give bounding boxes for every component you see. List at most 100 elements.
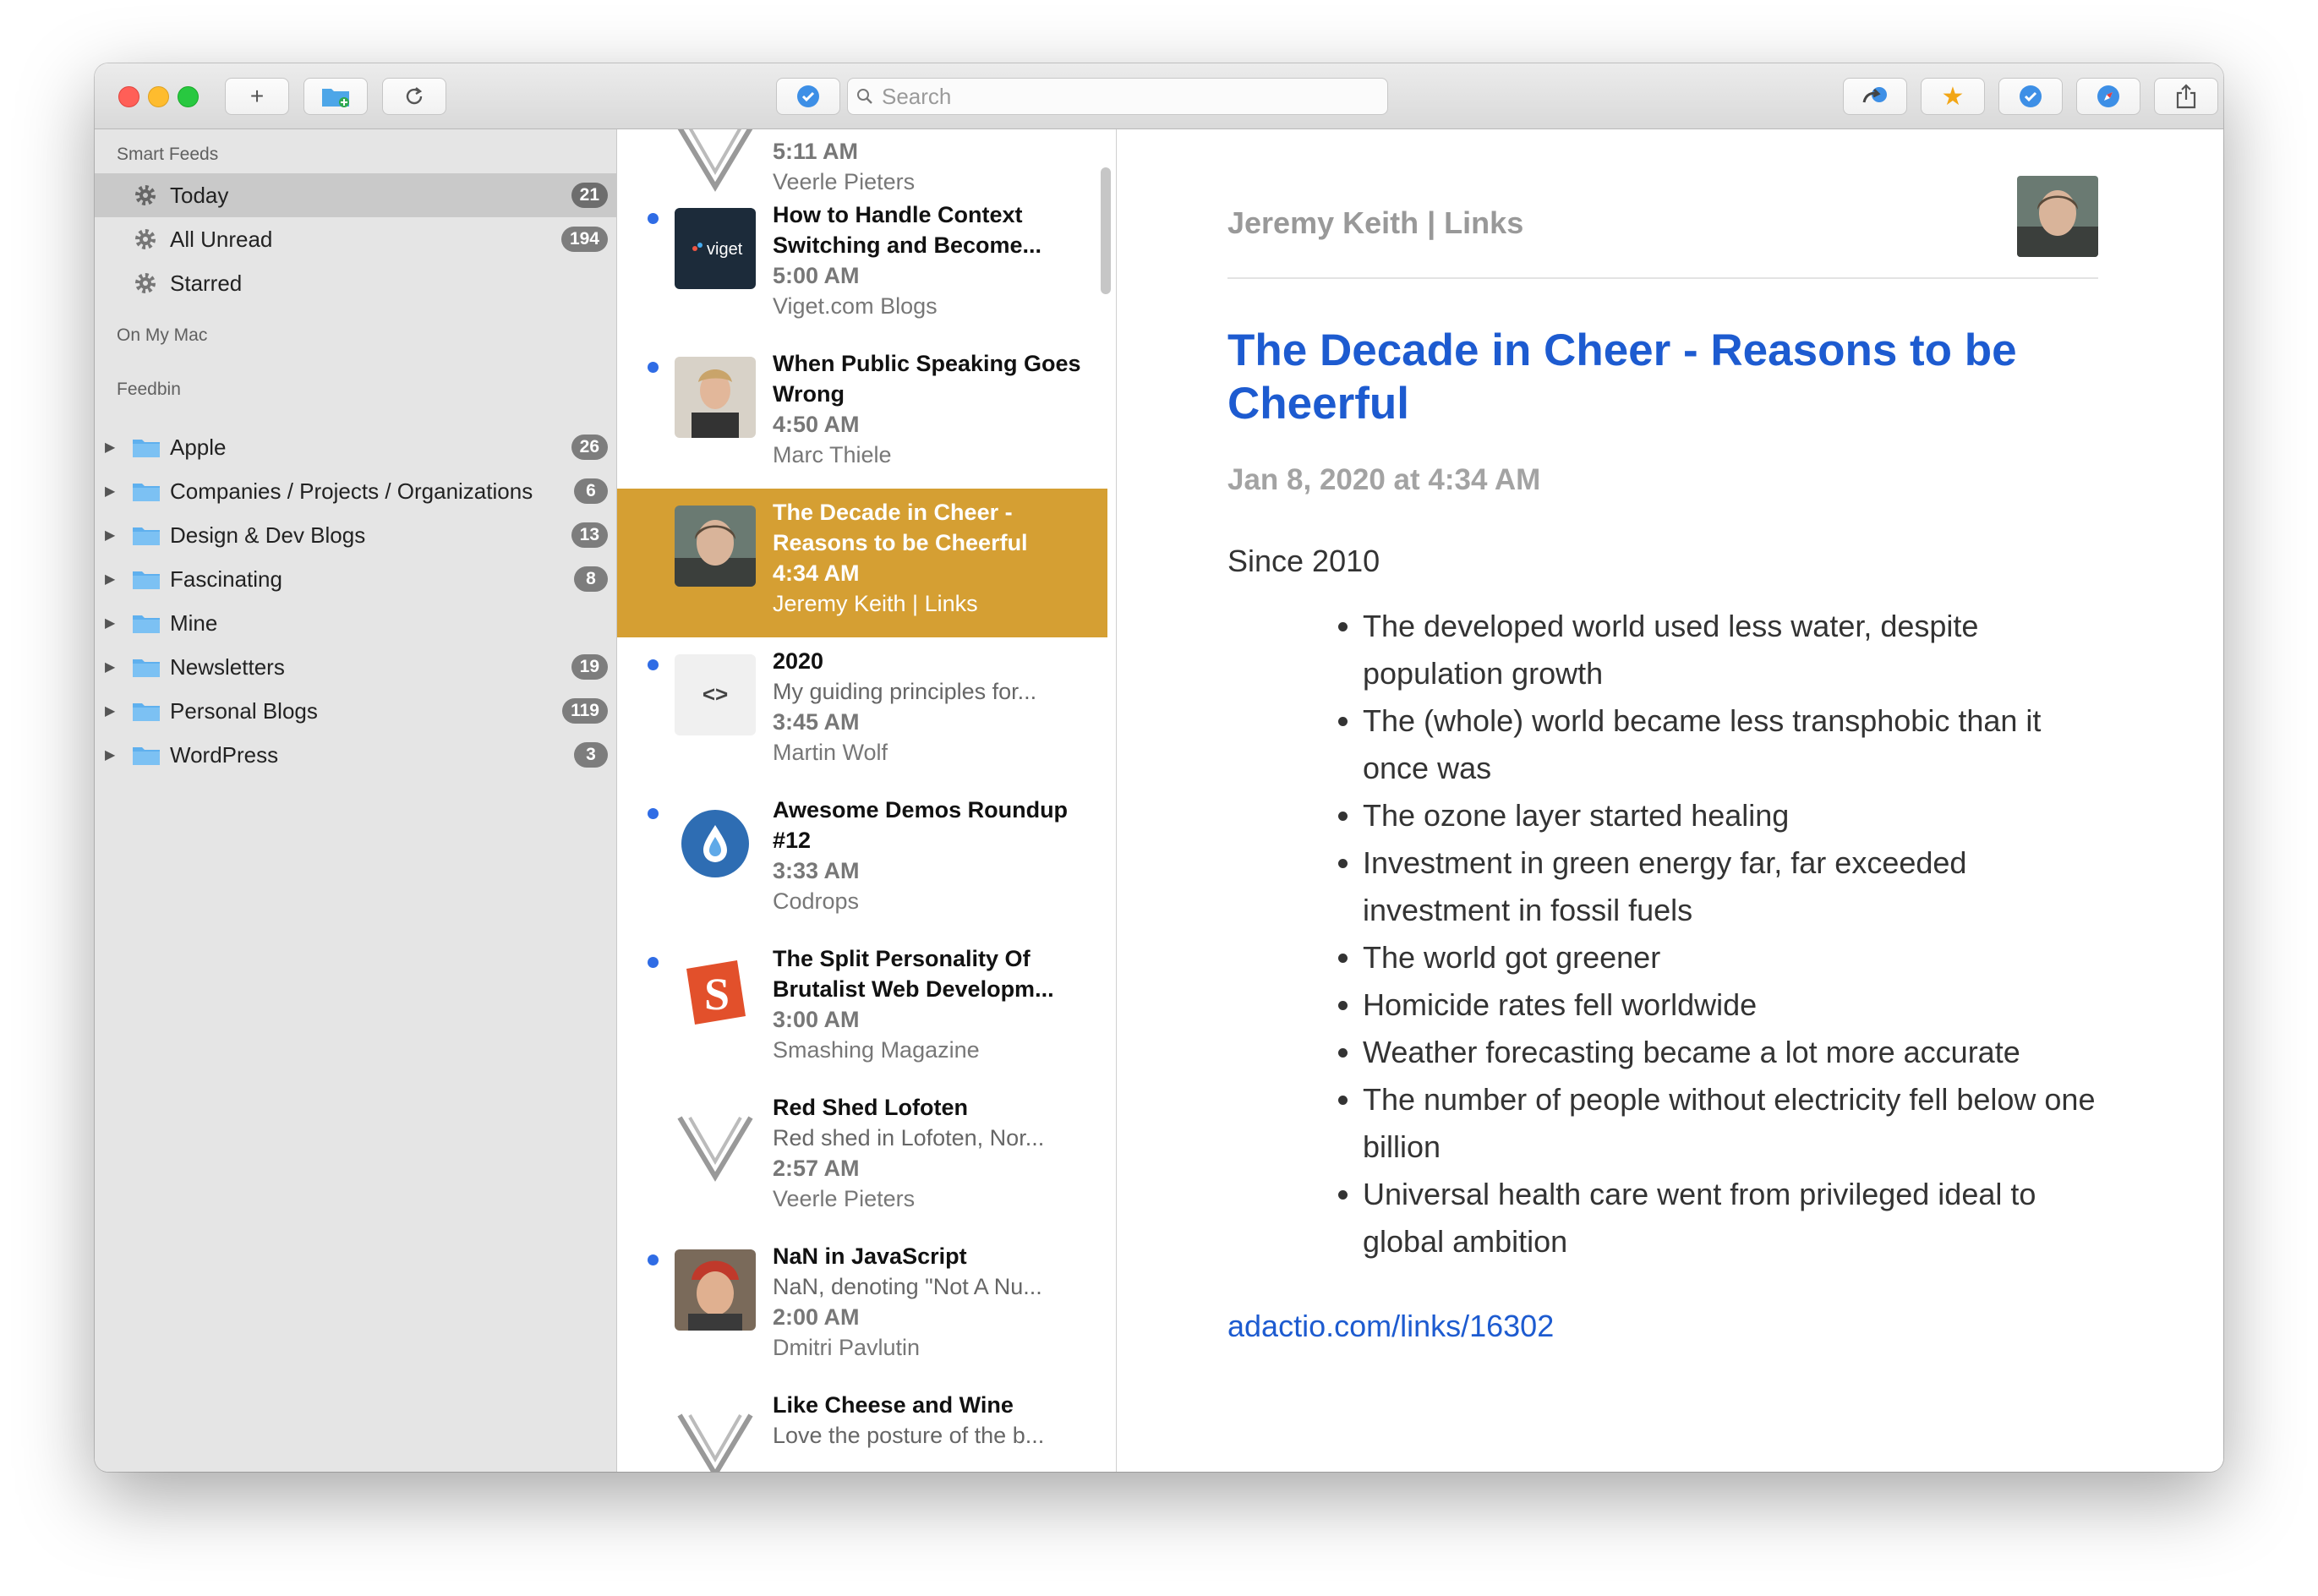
share-button[interactable]: [2154, 78, 2218, 115]
article-author: Martin Wolf: [773, 740, 888, 765]
article-list-item[interactable]: Awesome Demos Roundup #12 3:33 AM Codrops: [617, 786, 1107, 935]
sidebar-folder[interactable]: ▶ Personal Blogs 119: [95, 689, 616, 733]
article-text: How to Handle Context Switching and Beco…: [773, 200, 1094, 321]
article-time: 5:00 AM: [773, 263, 860, 288]
article-list-item[interactable]: S The Split Personality Of Brutalist Web …: [617, 935, 1107, 1084]
search-icon: [857, 89, 872, 104]
compass-icon: [2097, 85, 2119, 107]
sidebar-item-label: Design & Dev Blogs: [170, 522, 366, 548]
unread-dot: [648, 957, 659, 968]
article-list-title: Like Cheese and Wine: [773, 1392, 1014, 1418]
on-my-mac-header[interactable]: On My Mac: [117, 325, 207, 346]
next-unread-button[interactable]: [1843, 78, 1907, 115]
article-author: Jeremy Keith | Links: [773, 591, 978, 616]
unread-dot: [648, 659, 659, 670]
unread-count-badge: 6: [574, 478, 608, 504]
open-in-browser-button[interactable]: [2076, 78, 2140, 115]
article-list-item[interactable]: <> 2020 My guiding principles for... 3:45 A…: [617, 637, 1107, 786]
folder-icon: [133, 571, 160, 589]
article-list-item[interactable]: Like Cheese and Wine Love the posture of …: [617, 1381, 1107, 1472]
refresh-button[interactable]: [382, 78, 446, 115]
mark-read-button[interactable]: [1998, 78, 2063, 115]
article-list-item[interactable]: When Public Speaking Goes Wrong 4:50 AM Ma…: [617, 340, 1107, 489]
article-title[interactable]: The Decade in Cheer - Reasons to be Chee…: [1227, 324, 2098, 430]
add-feed-button[interactable]: +: [225, 78, 289, 115]
sidebar-item-starred[interactable]: Starred: [95, 261, 616, 305]
folder-icon: [133, 702, 160, 721]
sidebar-folder[interactable]: ▶ WordPress 3: [95, 733, 616, 777]
mark-all-read-button[interactable]: [776, 78, 840, 115]
svg-text:S: S: [704, 969, 730, 1019]
sidebar-item-label: All Unread: [170, 226, 273, 252]
article-list-item[interactable]: Red Shed Lofoten Red shed in Lofoten, Nor…: [617, 1084, 1107, 1233]
article-snippet: Red shed in Lofoten, Nor...: [773, 1125, 1045, 1151]
sidebar-folder[interactable]: ▶ Mine: [95, 601, 616, 645]
scrollbar[interactable]: [1101, 167, 1111, 294]
sidebar-folder[interactable]: ▶ Design & Dev Blogs 13: [95, 513, 616, 557]
article-author: Dmitri Pavlutin: [773, 1335, 921, 1360]
sidebar-item-all-unread[interactable]: All Unread 194: [95, 217, 616, 261]
unread-count-badge: 21: [571, 183, 608, 208]
article-author: Smashing Magazine: [773, 1037, 980, 1063]
article-list-item[interactable]: NaN in JavaScript NaN, denoting "Not A Nu…: [617, 1233, 1107, 1381]
sidebar-item-label: Personal Blogs: [170, 697, 318, 724]
article-date: Jan 8, 2020 at 4:34 AM: [1227, 463, 1541, 496]
disclosure-triangle-icon[interactable]: ▶: [105, 615, 115, 631]
feed-thumbnail: <>: [675, 654, 756, 735]
sidebar-folder[interactable]: ▶ Newsletters 19: [95, 645, 616, 689]
article-text: Awesome Demos Roundup #12 3:33 AM Codrops: [773, 795, 1094, 916]
folder-icon: [133, 483, 160, 501]
disclosure-triangle-icon[interactable]: ▶: [105, 439, 115, 456]
star-icon: ★: [1941, 82, 1965, 111]
bullet-item: The number of people without electricity…: [1363, 1076, 2098, 1171]
feed-thumbnail: [675, 129, 756, 192]
feed-thumbnail: S: [675, 952, 756, 1033]
feed-thumbnail: [675, 506, 756, 587]
search-placeholder: Search: [882, 83, 952, 109]
feed-thumbnail: [675, 1249, 756, 1331]
article-text: The Decade in Cheer - Reasons to be Chee…: [773, 497, 1094, 619]
unread-dot: [648, 1254, 659, 1265]
zoom-window-button[interactable]: [178, 86, 199, 107]
article-list-title: The Decade in Cheer - Reasons to be Chee…: [773, 500, 1028, 555]
bullet-item: Homicide rates fell worldwide: [1363, 981, 2098, 1029]
disclosure-triangle-icon[interactable]: ▶: [105, 571, 115, 588]
disclosure-triangle-icon[interactable]: ▶: [105, 659, 115, 675]
sidebar-folder[interactable]: ▶ Apple 26: [95, 425, 616, 469]
feed-thumbnail: [675, 357, 756, 438]
search-field[interactable]: Search: [847, 78, 1388, 115]
author-avatar: [2017, 176, 2098, 257]
feedbin-header[interactable]: Feedbin: [117, 380, 181, 400]
star-button[interactable]: ★: [1921, 78, 1985, 115]
unread-dot: [648, 213, 659, 224]
article-time: 3:45 AM: [773, 709, 860, 735]
close-window-button[interactable]: [118, 86, 139, 107]
sidebar-item-today[interactable]: Today 21: [95, 173, 616, 217]
sidebar-item-label: WordPress: [170, 741, 279, 768]
disclosure-triangle-icon[interactable]: ▶: [105, 527, 115, 544]
feed-thumbnail: [675, 1101, 756, 1182]
article-list-title: When Public Speaking Goes Wrong: [773, 351, 1081, 407]
disclosure-triangle-icon[interactable]: ▶: [105, 746, 115, 763]
new-folder-button[interactable]: [303, 78, 368, 115]
sidebar-item-label: Starred: [170, 270, 243, 296]
feed-thumbnail: [675, 803, 756, 884]
article-list-item[interactable]: The Decade in Cheer - Reasons to be Chee…: [617, 489, 1107, 637]
app-window: + Search ★ Smart Feeds Today 21 All Unre…: [95, 63, 2223, 1472]
minimize-window-button[interactable]: [148, 86, 169, 107]
article-time: 4:50 AM: [773, 412, 860, 437]
unread-count-badge: 8: [574, 566, 608, 592]
article-link[interactable]: adactio.com/links/16302: [1227, 1309, 1554, 1344]
sidebar-folder[interactable]: ▶ Companies / Projects / Organizations 6: [95, 469, 616, 513]
sidebar-folder[interactable]: ▶ Fascinating 8: [95, 557, 616, 601]
svg-text:<>: <>: [703, 681, 728, 707]
sidebar-item-label: Companies / Projects / Organizations: [170, 478, 533, 504]
bullet-item: Universal health care went from privileg…: [1363, 1171, 2098, 1265]
article-snippet: My guiding principles for...: [773, 679, 1037, 704]
article-text: Red Shed Lofoten Red shed in Lofoten, Nor…: [773, 1092, 1094, 1214]
article-author: Codrops: [773, 888, 860, 914]
gear-icon: [135, 273, 156, 293]
disclosure-triangle-icon[interactable]: ▶: [105, 483, 115, 500]
article-list-item[interactable]: viget How to Handle Context Switching and…: [617, 191, 1107, 340]
disclosure-triangle-icon[interactable]: ▶: [105, 702, 115, 719]
